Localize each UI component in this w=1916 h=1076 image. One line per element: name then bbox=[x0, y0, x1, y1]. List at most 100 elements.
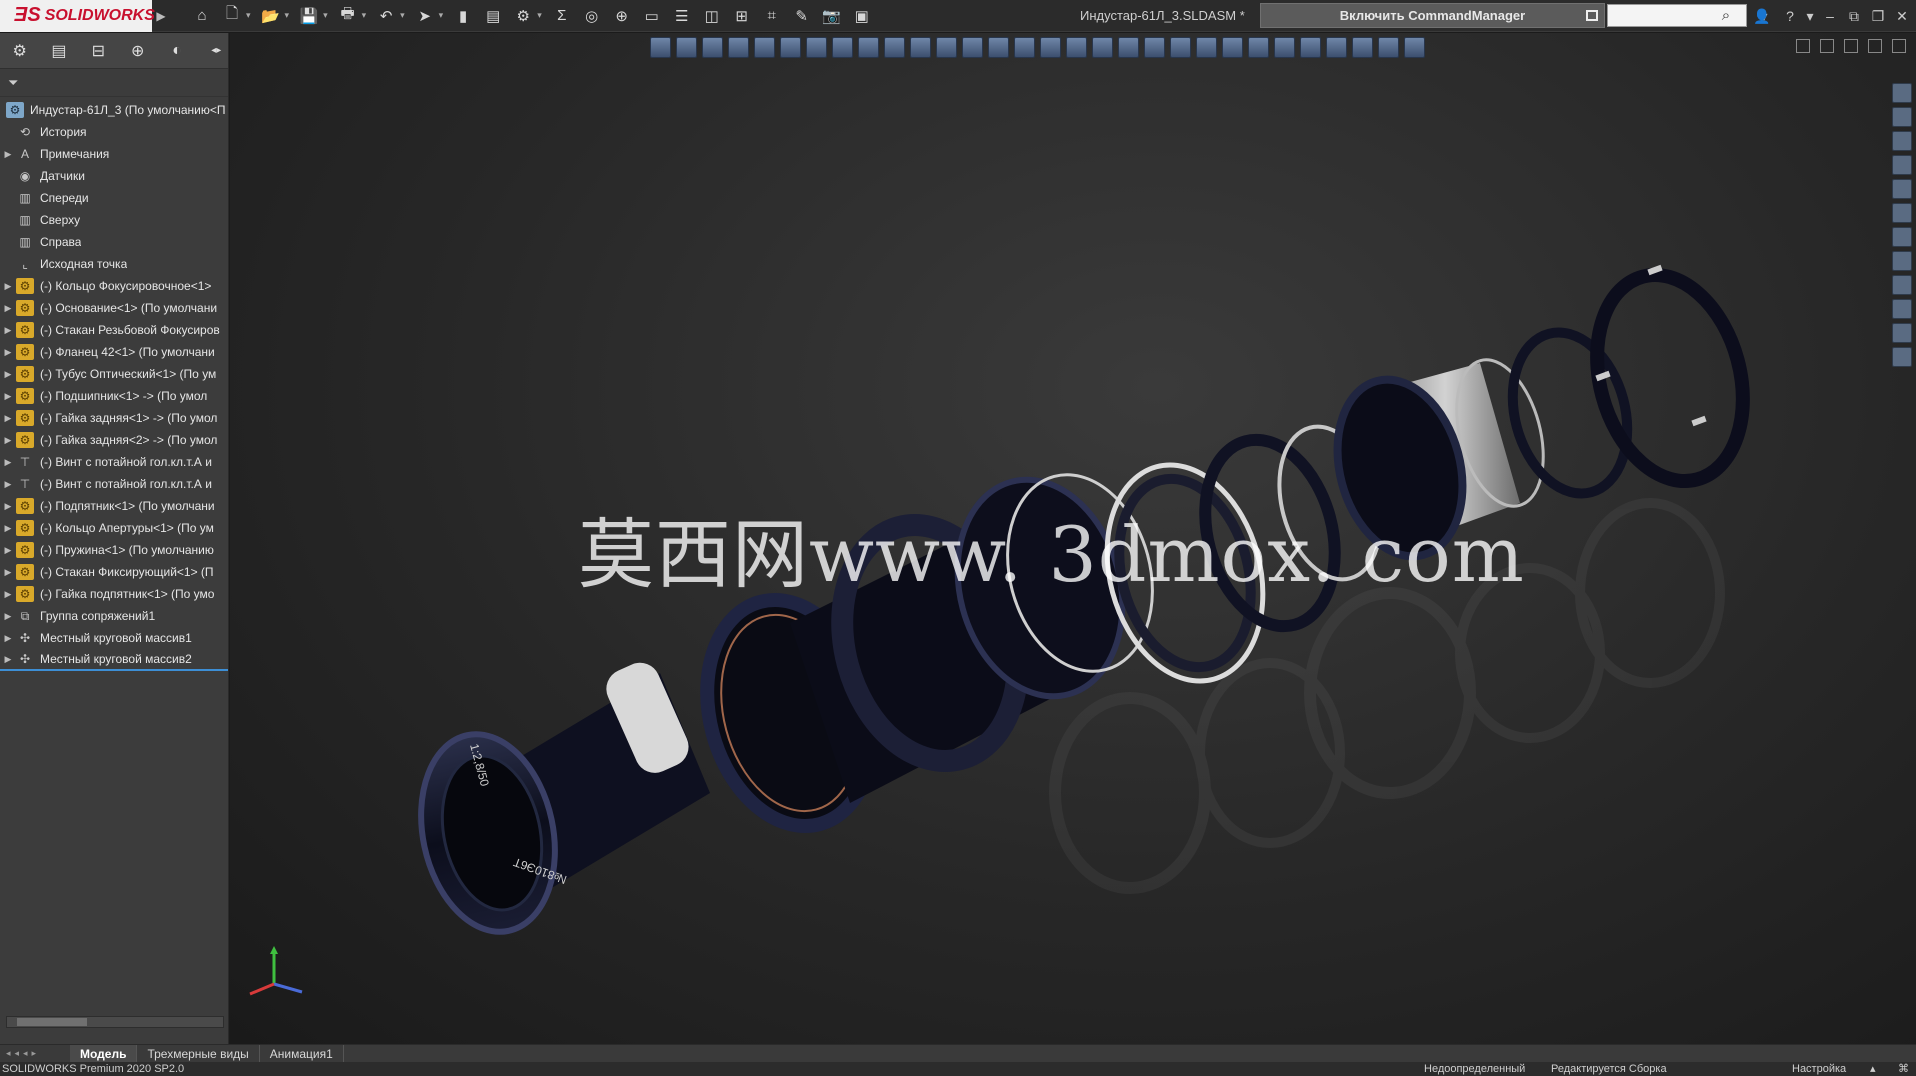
chevron-down-icon[interactable]: ▾ bbox=[400, 10, 405, 21]
chevron-up-icon[interactable]: ▴ bbox=[1870, 1062, 1876, 1076]
expand-arrow-icon[interactable]: ▶ bbox=[0, 303, 16, 314]
tree-item[interactable]: ▶ ⊤ (-) Винт с потайной гол.кл.т.А и bbox=[0, 451, 228, 473]
expand-arrow-icon[interactable]: ▶ bbox=[0, 325, 16, 336]
new-document-icon[interactable]: 🗋 bbox=[222, 5, 242, 26]
tree-item[interactable]: ▶ ⚙ (-) Подпятник<1> (По умолчани bbox=[0, 495, 228, 517]
search-icon[interactable]: ⌕ bbox=[1715, 4, 1737, 27]
tree-item[interactable]: ▶ ⚙ (-) Подшипник<1> -> (По умол bbox=[0, 385, 228, 407]
rear-nut-ring[interactable] bbox=[1496, 258, 1765, 506]
layout-single-icon[interactable]: ▭ bbox=[642, 6, 662, 26]
expand-arrow-icon[interactable]: ▶ bbox=[0, 479, 16, 490]
open-icon[interactable]: 📂 bbox=[261, 6, 281, 26]
tree-item[interactable]: ▶ ⚙ (-) Стакан Резьбовой Фокусиров bbox=[0, 319, 228, 341]
tree-item[interactable]: ▥ Сверху bbox=[0, 209, 228, 231]
tab-animation[interactable]: Анимация1 bbox=[260, 1044, 344, 1063]
expand-arrow-icon[interactable]: ▶ bbox=[0, 611, 16, 622]
tree-item[interactable]: ▥ Спереди bbox=[0, 187, 228, 209]
tree-item[interactable]: ▶ ⚙ (-) Фланец 42<1> (По умолчани bbox=[0, 341, 228, 363]
filter-icon[interactable]: ⏷ bbox=[8, 75, 18, 91]
tree-item[interactable]: ▶ ✣ Местный круговой массив2 bbox=[0, 649, 228, 671]
expand-arrow-icon[interactable]: ▶ bbox=[0, 347, 16, 358]
tab-3d-views[interactable]: Трехмерные виды bbox=[137, 1044, 260, 1063]
chevron-down-icon[interactable]: ▾ bbox=[285, 10, 290, 21]
expand-arrow-icon[interactable]: ▶ bbox=[0, 413, 16, 424]
expand-arrow-icon[interactable]: ▶ bbox=[0, 523, 16, 534]
expand-arrow-icon[interactable]: ▶ bbox=[0, 391, 16, 402]
layout-two-horizontal-icon[interactable]: ☰ bbox=[672, 6, 692, 26]
tab-model[interactable]: Модель bbox=[70, 1044, 138, 1063]
front-lens-barrel[interactable] bbox=[404, 656, 710, 944]
tree-item[interactable]: ⟲ История bbox=[0, 121, 228, 143]
link-views-icon[interactable]: ⌗ bbox=[762, 6, 782, 26]
feature-manager-tab-icon[interactable]: ⚙ bbox=[8, 39, 31, 63]
solidworks-logo[interactable]: ƎS SOLIDWORKS bbox=[0, 0, 155, 32]
tree-item[interactable]: ▶ ⚙ (-) Стакан Фиксирующий<1> (П bbox=[0, 561, 228, 583]
property-manager-tab-icon[interactable]: ▤ bbox=[47, 39, 70, 63]
tabs-scroll-icon[interactable]: ◂▸ bbox=[205, 39, 228, 63]
close-icon[interactable]: ✕ bbox=[1890, 0, 1914, 32]
settings-button[interactable]: Настройка bbox=[1792, 1062, 1846, 1076]
tree-item[interactable]: ▶ A Примечания bbox=[0, 143, 228, 165]
user-icon[interactable]: 👤 bbox=[1750, 0, 1774, 32]
undo-icon[interactable]: ↶ bbox=[376, 6, 396, 26]
tree-item[interactable]: ▶ ⚙ (-) Тубус Оптический<1> (По ум bbox=[0, 363, 228, 385]
tree-item[interactable]: ▶ ⚙ (-) Кольцо Апертуры<1> (По ум bbox=[0, 517, 228, 539]
tree-item[interactable]: ◉ Датчики bbox=[0, 165, 228, 187]
menu-expand-icon[interactable]: ▶ bbox=[152, 0, 170, 32]
tree-item[interactable]: ▶ ⚙ (-) Пружина<1> (По умолчанию bbox=[0, 539, 228, 561]
file-properties-icon[interactable]: ▤ bbox=[483, 6, 503, 26]
minimize-icon[interactable]: – bbox=[1818, 0, 1842, 32]
tree-filter[interactable]: ⏷ bbox=[0, 69, 228, 97]
scrollbar-thumb[interactable] bbox=[17, 1018, 87, 1026]
expand-arrow-icon[interactable]: ▶ bbox=[0, 567, 16, 578]
expand-arrow-icon[interactable]: ▶ bbox=[0, 457, 16, 468]
quick-tips-icon[interactable]: ⌘ bbox=[1898, 1062, 1909, 1076]
tree-item[interactable]: ▥ Справа bbox=[0, 231, 228, 253]
chevron-down-icon[interactable]: ▾ bbox=[323, 10, 328, 21]
tree-item[interactable]: ▶ ⚙ (-) Кольцо Фокусировочное<1> bbox=[0, 275, 228, 297]
tree-item[interactable]: ▶ ⚙ (-) Гайка задняя<2> -> (По умол bbox=[0, 429, 228, 451]
tree-item[interactable]: ▶ ⚙ (-) Гайка задняя<1> -> (По умол bbox=[0, 407, 228, 429]
expand-arrow-icon[interactable]: ▶ bbox=[0, 149, 16, 160]
restore-icon[interactable]: ❐ bbox=[1866, 0, 1890, 32]
tree-item[interactable]: ▶ ⚙ (-) Гайка подпятник<1> (По умо bbox=[0, 583, 228, 605]
chevron-down-icon[interactable]: ▾ bbox=[537, 10, 542, 21]
enable-command-manager-button[interactable]: Включить CommandManager bbox=[1260, 3, 1605, 28]
expand-arrow-icon[interactable]: ▶ bbox=[0, 501, 16, 512]
layout-two-vertical-icon[interactable]: ◫ bbox=[702, 6, 722, 26]
expand-arrow-icon[interactable]: ▶ bbox=[0, 654, 16, 665]
options-gear-icon[interactable]: ⚙ bbox=[513, 6, 533, 26]
graphics-viewport[interactable]: 1:2,8/50 №810Э6Т 莫西网www. 3dmox. com bbox=[230, 33, 1916, 1044]
chevron-down-icon[interactable]: ▾ bbox=[362, 10, 367, 21]
interference-icon[interactable]: ⊕ bbox=[612, 6, 632, 26]
tile-windows-icon[interactable]: ⧉ bbox=[1842, 0, 1866, 32]
tree-item[interactable]: ⌞ Исходная точка bbox=[0, 253, 228, 275]
sum-icon[interactable]: Σ bbox=[552, 6, 572, 26]
tree-item[interactable]: ▶ ⊤ (-) Винт с потайной гол.кл.т.А и bbox=[0, 473, 228, 495]
select-arrow-icon[interactable]: ➤ bbox=[415, 6, 435, 26]
layout-four-icon[interactable]: ⊞ bbox=[732, 6, 752, 26]
expand-arrow-icon[interactable]: ▶ bbox=[0, 589, 16, 600]
expand-arrow-icon[interactable]: ▶ bbox=[0, 281, 16, 292]
tree-item[interactable]: ▶ ⧉ Группа сопряжений1 bbox=[0, 605, 228, 627]
countersunk-screw[interactable] bbox=[1691, 415, 1707, 427]
screenshot-camera-icon[interactable]: 📷 bbox=[822, 6, 842, 26]
print-icon[interactable]: 🖶 bbox=[338, 5, 358, 26]
tab-navigation-arrows-icon[interactable]: ◂◂◂▸ bbox=[0, 1048, 70, 1059]
tree-item[interactable]: ▶ ⚙ (-) Основание<1> (По умолчани bbox=[0, 297, 228, 319]
home-icon[interactable]: ⌂ bbox=[192, 6, 212, 26]
chevron-down-icon[interactable]: ▾ bbox=[246, 10, 251, 21]
tree-item[interactable]: ▶ ✣ Местный круговой массив1 bbox=[0, 627, 228, 649]
expand-arrow-icon[interactable]: ▶ bbox=[0, 545, 16, 556]
save-icon[interactable]: 💾 bbox=[299, 6, 319, 26]
tree-horizontal-scrollbar[interactable] bbox=[6, 1016, 224, 1028]
expand-arrow-icon[interactable]: ▶ bbox=[0, 435, 16, 446]
sketch-tool-icon[interactable]: ✎ bbox=[792, 6, 812, 26]
tree-root-assembly[interactable]: ⚙ Индустар-61Л_3 (По умолчанию<П bbox=[0, 99, 228, 121]
expand-arrow-icon[interactable]: ▶ bbox=[0, 633, 16, 644]
display-manager-tab-icon[interactable]: ◐ bbox=[165, 39, 188, 63]
rebuild-icon[interactable]: ▮ bbox=[453, 6, 473, 26]
expand-arrow-icon[interactable]: ▶ bbox=[0, 369, 16, 380]
measure-icon[interactable]: ◎ bbox=[582, 6, 602, 26]
chevron-down-icon[interactable]: ▾ bbox=[439, 10, 444, 21]
